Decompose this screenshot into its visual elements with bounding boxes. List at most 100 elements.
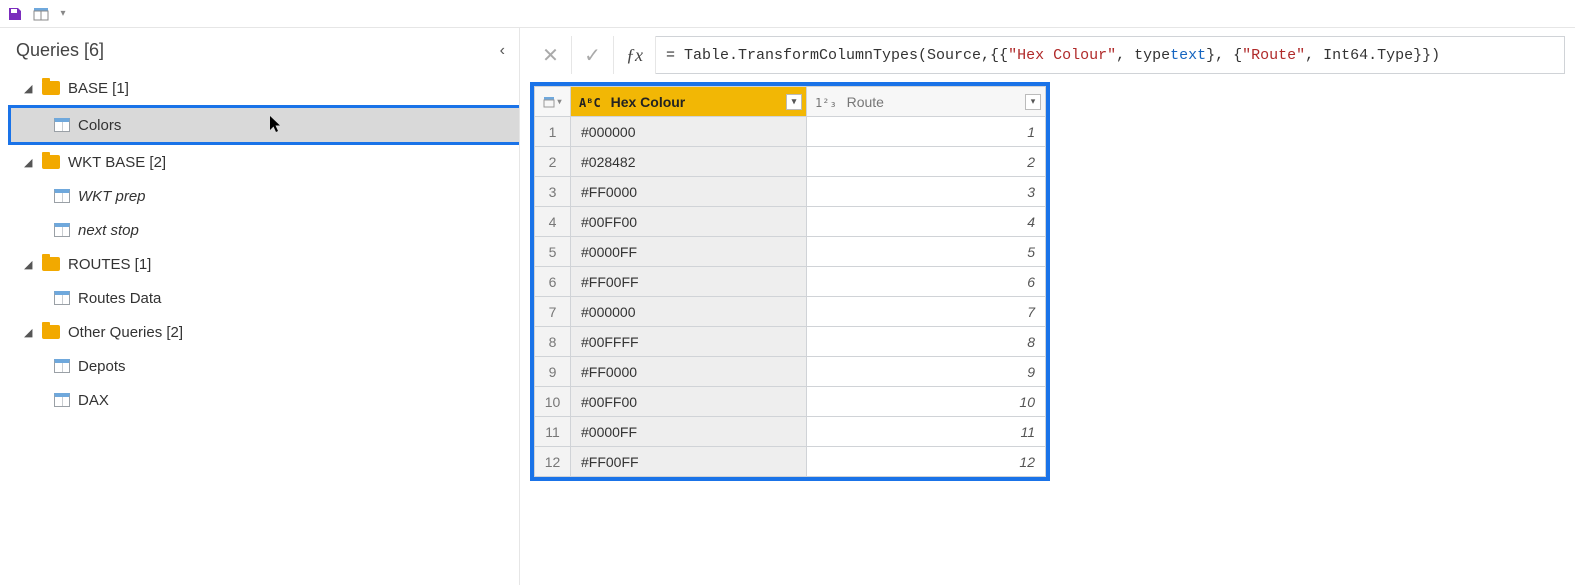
caret-down-icon: ◢ — [24, 82, 34, 95]
row-index[interactable]: 9 — [535, 357, 571, 387]
cell-hex[interactable]: #00FFFF — [571, 327, 807, 357]
column-header-route[interactable]: 1²₃ Route ▾ — [807, 87, 1046, 117]
fx-icon[interactable]: ƒx — [614, 36, 656, 74]
folder-row-routes[interactable]: ◢ ROUTES [1] — [8, 247, 519, 281]
cell-route[interactable]: 12 — [807, 447, 1046, 477]
query-wkt-prep[interactable]: WKT prep — [8, 179, 519, 213]
queries-tree: ◢ BASE [1] Colors ◢ WKT BASE [2] — [0, 71, 519, 417]
type-text-icon: AᴮC — [579, 96, 601, 110]
row-index[interactable]: 2 — [535, 147, 571, 177]
column-filter-icon[interactable]: ▾ — [786, 94, 802, 110]
table-row[interactable]: 10#00FF0010 — [535, 387, 1046, 417]
formula-seg: }, { — [1206, 47, 1242, 64]
cancel-formula-icon[interactable]: ✕ — [530, 36, 572, 74]
table-row[interactable]: 5#0000FF5 — [535, 237, 1046, 267]
query-label: Routes Data — [78, 290, 161, 307]
cell-hex[interactable]: #000000 — [571, 117, 807, 147]
query-routes-data[interactable]: Routes Data — [8, 281, 519, 315]
folder-row-other[interactable]: ◢ Other Queries [2] — [8, 315, 519, 349]
cell-hex[interactable]: #028482 — [571, 147, 807, 177]
cell-route[interactable]: 2 — [807, 147, 1046, 177]
queries-sidebar: Queries [6] ‹ ◢ BASE [1] Colors — [0, 28, 520, 585]
cell-route[interactable]: 4 — [807, 207, 1046, 237]
folder-label: Other Queries [2] — [68, 324, 183, 341]
cell-hex[interactable]: #00FF00 — [571, 207, 807, 237]
table-row[interactable]: 1#0000001 — [535, 117, 1046, 147]
cell-route[interactable]: 9 — [807, 357, 1046, 387]
cell-hex[interactable]: #0000FF — [571, 417, 807, 447]
query-next-stop[interactable]: next stop — [8, 213, 519, 247]
row-index[interactable]: 3 — [535, 177, 571, 207]
row-index[interactable]: 8 — [535, 327, 571, 357]
collapse-sidebar-icon[interactable]: ‹ — [500, 42, 505, 60]
folder-row-base[interactable]: ◢ BASE [1] — [8, 71, 519, 105]
row-index[interactable]: 10 — [535, 387, 571, 417]
cell-hex[interactable]: #00FF00 — [571, 387, 807, 417]
table-quickaccess-icon[interactable] — [32, 5, 50, 23]
table-row[interactable]: 11#0000FF11 — [535, 417, 1046, 447]
table-row[interactable]: 12#FF00FF12 — [535, 447, 1046, 477]
cell-hex[interactable]: #0000FF — [571, 237, 807, 267]
table-row[interactable]: 8#00FFFF8 — [535, 327, 1046, 357]
row-index[interactable]: 6 — [535, 267, 571, 297]
cell-route[interactable]: 6 — [807, 267, 1046, 297]
folder-wkt-base: ◢ WKT BASE [2] WKT prep next stop — [8, 145, 519, 247]
table-row[interactable]: 2#0284822 — [535, 147, 1046, 177]
row-index[interactable]: 11 — [535, 417, 571, 447]
cell-hex[interactable]: #FF00FF — [571, 447, 807, 477]
commit-formula-icon[interactable]: ✓ — [572, 36, 614, 74]
cell-route[interactable]: 11 — [807, 417, 1046, 447]
row-index[interactable]: 1 — [535, 117, 571, 147]
cell-route[interactable]: 5 — [807, 237, 1046, 267]
folder-icon — [42, 155, 60, 169]
query-depots[interactable]: Depots — [8, 349, 519, 383]
save-icon[interactable] — [6, 5, 24, 23]
cell-route[interactable]: 7 — [807, 297, 1046, 327]
formula-seg: "Route" — [1242, 47, 1305, 64]
formula-seg: = Table.TransformColumnTypes(Source,{{ — [666, 47, 1008, 64]
cell-hex[interactable]: #FF00FF — [571, 267, 807, 297]
folder-label: BASE [1] — [68, 80, 129, 97]
formula-input[interactable]: = Table.TransformColumnTypes(Source,{{ "… — [656, 36, 1565, 74]
query-colors[interactable]: Colors — [8, 105, 519, 145]
folder-routes: ◢ ROUTES [1] Routes Data — [8, 247, 519, 315]
table-row[interactable]: 9#FF00009 — [535, 357, 1046, 387]
column-header-hex-colour[interactable]: AᴮC Hex Colour ▾ — [571, 87, 807, 117]
query-label: WKT prep — [78, 188, 146, 205]
queries-header-label: Queries [6] — [16, 40, 104, 61]
table-row[interactable]: 6#FF00FF6 — [535, 267, 1046, 297]
row-index[interactable]: 12 — [535, 447, 571, 477]
cell-route[interactable]: 1 — [807, 117, 1046, 147]
cell-hex[interactable]: #FF0000 — [571, 177, 807, 207]
folder-label: ROUTES [1] — [68, 256, 151, 273]
chevron-down-icon[interactable]: ▾ — [58, 8, 68, 19]
table-icon — [54, 393, 70, 407]
formula-seg: , Int64.Type}}) — [1305, 47, 1440, 64]
cell-hex[interactable]: #000000 — [571, 297, 807, 327]
type-number-icon: 1²₃ — [815, 96, 837, 110]
table-icon — [54, 291, 70, 305]
formula-bar: ✕ ✓ ƒx = Table.TransformColumnTypes(Sour… — [530, 36, 1565, 74]
table-row[interactable]: 3#FF00003 — [535, 177, 1046, 207]
column-filter-icon[interactable]: ▾ — [1025, 94, 1041, 110]
formula-seg: text — [1170, 47, 1206, 64]
table-icon — [54, 118, 70, 132]
cell-route[interactable]: 10 — [807, 387, 1046, 417]
formula-seg: , type — [1116, 47, 1170, 64]
cell-route[interactable]: 8 — [807, 327, 1046, 357]
query-label: Depots — [78, 358, 126, 375]
cell-hex[interactable]: #FF0000 — [571, 357, 807, 387]
table-row[interactable]: 4#00FF004 — [535, 207, 1046, 237]
column-label: Route — [847, 94, 884, 110]
row-index[interactable]: 4 — [535, 207, 571, 237]
folder-label: WKT BASE [2] — [68, 154, 166, 171]
query-dax[interactable]: DAX — [8, 383, 519, 417]
table-row[interactable]: 7#0000007 — [535, 297, 1046, 327]
caret-down-icon: ◢ — [24, 156, 34, 169]
row-index[interactable]: 5 — [535, 237, 571, 267]
table-corner-button[interactable]: ▾ — [535, 87, 571, 117]
folder-row-wkt-base[interactable]: ◢ WKT BASE [2] — [8, 145, 519, 179]
cell-route[interactable]: 3 — [807, 177, 1046, 207]
row-index[interactable]: 7 — [535, 297, 571, 327]
column-label: Hex Colour — [611, 94, 686, 110]
